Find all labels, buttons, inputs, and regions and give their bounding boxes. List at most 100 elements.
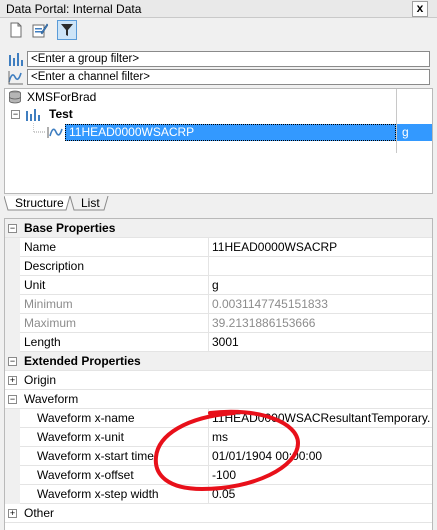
tree-column-divider bbox=[396, 89, 397, 153]
property-value: 39.2131886153666 bbox=[212, 316, 316, 330]
property-row-description[interactable]: Description bbox=[5, 257, 432, 276]
close-icon: x bbox=[416, 1, 424, 15]
property-value: 0.05 bbox=[212, 487, 236, 501]
title-bar: Data Portal: Internal Data x bbox=[0, 0, 437, 18]
property-grid: − Base Properties Name 11HEAD0000WSACRP … bbox=[4, 218, 433, 530]
property-name: Length bbox=[24, 335, 61, 349]
property-value: g bbox=[212, 278, 219, 292]
property-name: Waveform x-name bbox=[37, 411, 135, 425]
column-divider bbox=[208, 447, 209, 466]
collapse-toggle[interactable]: − bbox=[8, 395, 17, 404]
category-label: Base Properties bbox=[24, 221, 116, 235]
property-name: Waveform x-offset bbox=[37, 468, 134, 482]
row-gutter bbox=[5, 428, 20, 447]
new-icon bbox=[10, 22, 22, 38]
expand-toggle[interactable]: + bbox=[8, 376, 17, 385]
column-divider bbox=[208, 257, 209, 276]
property-name: Unit bbox=[24, 278, 46, 292]
group-filter-input[interactable]: <Enter a group filter> bbox=[27, 51, 430, 67]
column-divider bbox=[208, 276, 209, 295]
row-gutter bbox=[5, 466, 20, 485]
row-gutter bbox=[5, 257, 20, 276]
collapse-toggle[interactable]: − bbox=[8, 224, 17, 233]
window-title: Data Portal: Internal Data bbox=[6, 2, 142, 16]
row-gutter bbox=[5, 485, 20, 504]
row-gutter bbox=[5, 333, 20, 352]
collapse-toggle[interactable]: − bbox=[8, 357, 17, 366]
row-gutter bbox=[5, 314, 20, 333]
row-gutter bbox=[5, 447, 20, 466]
property-value: 11HEAD0000WSACRP bbox=[212, 240, 338, 254]
channel-filter-icon bbox=[8, 71, 23, 85]
group-icon bbox=[26, 109, 40, 121]
row-gutter bbox=[5, 238, 20, 257]
channel-filter-row: <Enter a channel filter> bbox=[8, 69, 430, 85]
edit-button[interactable] bbox=[30, 20, 50, 40]
property-row-waveform-x-step-width[interactable]: Waveform x-step width 0.05 bbox=[5, 485, 432, 504]
database-icon bbox=[9, 90, 21, 104]
column-divider bbox=[208, 428, 209, 447]
collapse-toggle[interactable]: − bbox=[11, 110, 20, 119]
toolbar bbox=[0, 18, 437, 42]
tree-channel-unit: g bbox=[402, 125, 409, 139]
property-row-name[interactable]: Name 11HEAD0000WSACRP bbox=[5, 238, 432, 257]
property-group-waveform[interactable]: − Waveform bbox=[5, 390, 432, 409]
property-name: Maximum bbox=[24, 316, 77, 330]
column-divider bbox=[208, 409, 209, 428]
row-gutter bbox=[5, 276, 20, 295]
structure-tree: XMSForBrad − Test 11HEAD0000WSACRP g bbox=[4, 88, 433, 194]
property-row-minimum[interactable]: Minimum 0.0031147745151833 bbox=[5, 295, 432, 314]
property-name: Waveform x-unit bbox=[37, 430, 124, 444]
property-group-other[interactable]: + Other bbox=[5, 504, 432, 523]
property-value: 3001 bbox=[212, 335, 239, 349]
row-gutter bbox=[5, 295, 20, 314]
expand-toggle[interactable]: + bbox=[8, 509, 17, 518]
property-name: Waveform x-step width bbox=[37, 487, 159, 501]
channel-filter-input[interactable]: <Enter a channel filter> bbox=[27, 69, 430, 85]
property-name: Description bbox=[24, 259, 85, 273]
filter-icon bbox=[61, 24, 73, 36]
property-name: Minimum bbox=[24, 297, 73, 311]
column-divider bbox=[208, 333, 209, 352]
group-filter-icon bbox=[9, 53, 23, 66]
group-filter-row: <Enter a group filter> bbox=[8, 51, 430, 67]
property-row-maximum[interactable]: Maximum 39.2131886153666 bbox=[5, 314, 432, 333]
tree-channel-label: 11HEAD0000WSACRP bbox=[69, 125, 195, 139]
tab-list[interactable]: List bbox=[77, 196, 104, 212]
column-divider bbox=[208, 238, 209, 257]
edit-icon bbox=[32, 23, 48, 38]
new-button[interactable] bbox=[6, 20, 26, 40]
close-button[interactable]: x bbox=[412, 1, 428, 17]
property-group-origin[interactable]: + Origin bbox=[5, 371, 432, 390]
row-gutter bbox=[5, 409, 20, 428]
column-divider bbox=[208, 485, 209, 504]
property-group-label: Other bbox=[24, 506, 55, 520]
category-base-properties[interactable]: − Base Properties bbox=[5, 219, 432, 238]
property-row-waveform-x-start-time[interactable]: Waveform x-start time 01/01/1904 00:00:0… bbox=[5, 447, 432, 466]
property-value: 11HEAD0000WSACResultantTemporary... bbox=[212, 411, 430, 425]
property-row-waveform-x-name[interactable]: Waveform x-name 11HEAD0000WSACResultantT… bbox=[5, 409, 432, 428]
tree-group-item[interactable]: − Test bbox=[5, 105, 395, 123]
property-name: Name bbox=[24, 240, 57, 254]
column-divider bbox=[208, 314, 209, 333]
column-divider bbox=[208, 295, 209, 314]
tree-root-item[interactable]: XMSForBrad bbox=[5, 88, 395, 106]
tab-structure[interactable]: Structure bbox=[11, 196, 68, 212]
property-value: 0.0031147745151833 bbox=[212, 297, 328, 311]
property-row-waveform-x-offset[interactable]: Waveform x-offset -100 bbox=[5, 466, 432, 485]
property-group-label: Origin bbox=[24, 373, 57, 387]
property-group-label: Waveform bbox=[24, 392, 79, 406]
category-extended-properties[interactable]: − Extended Properties bbox=[5, 352, 432, 371]
tree-group-label: Test bbox=[49, 107, 73, 121]
property-value: ms bbox=[212, 430, 228, 444]
property-row-length[interactable]: Length 3001 bbox=[5, 333, 432, 352]
property-value: 01/01/1904 00:00:00 bbox=[212, 449, 323, 463]
channel-icon bbox=[47, 127, 63, 138]
property-value: -100 bbox=[212, 468, 237, 482]
tree-root-label: XMSForBrad bbox=[27, 90, 97, 104]
property-name: Waveform x-start time bbox=[37, 449, 154, 463]
property-row-waveform-x-unit[interactable]: Waveform x-unit ms bbox=[5, 428, 432, 447]
property-row-unit[interactable]: Unit g bbox=[5, 276, 432, 295]
category-label: Extended Properties bbox=[24, 354, 141, 368]
filter-button[interactable] bbox=[57, 20, 77, 40]
